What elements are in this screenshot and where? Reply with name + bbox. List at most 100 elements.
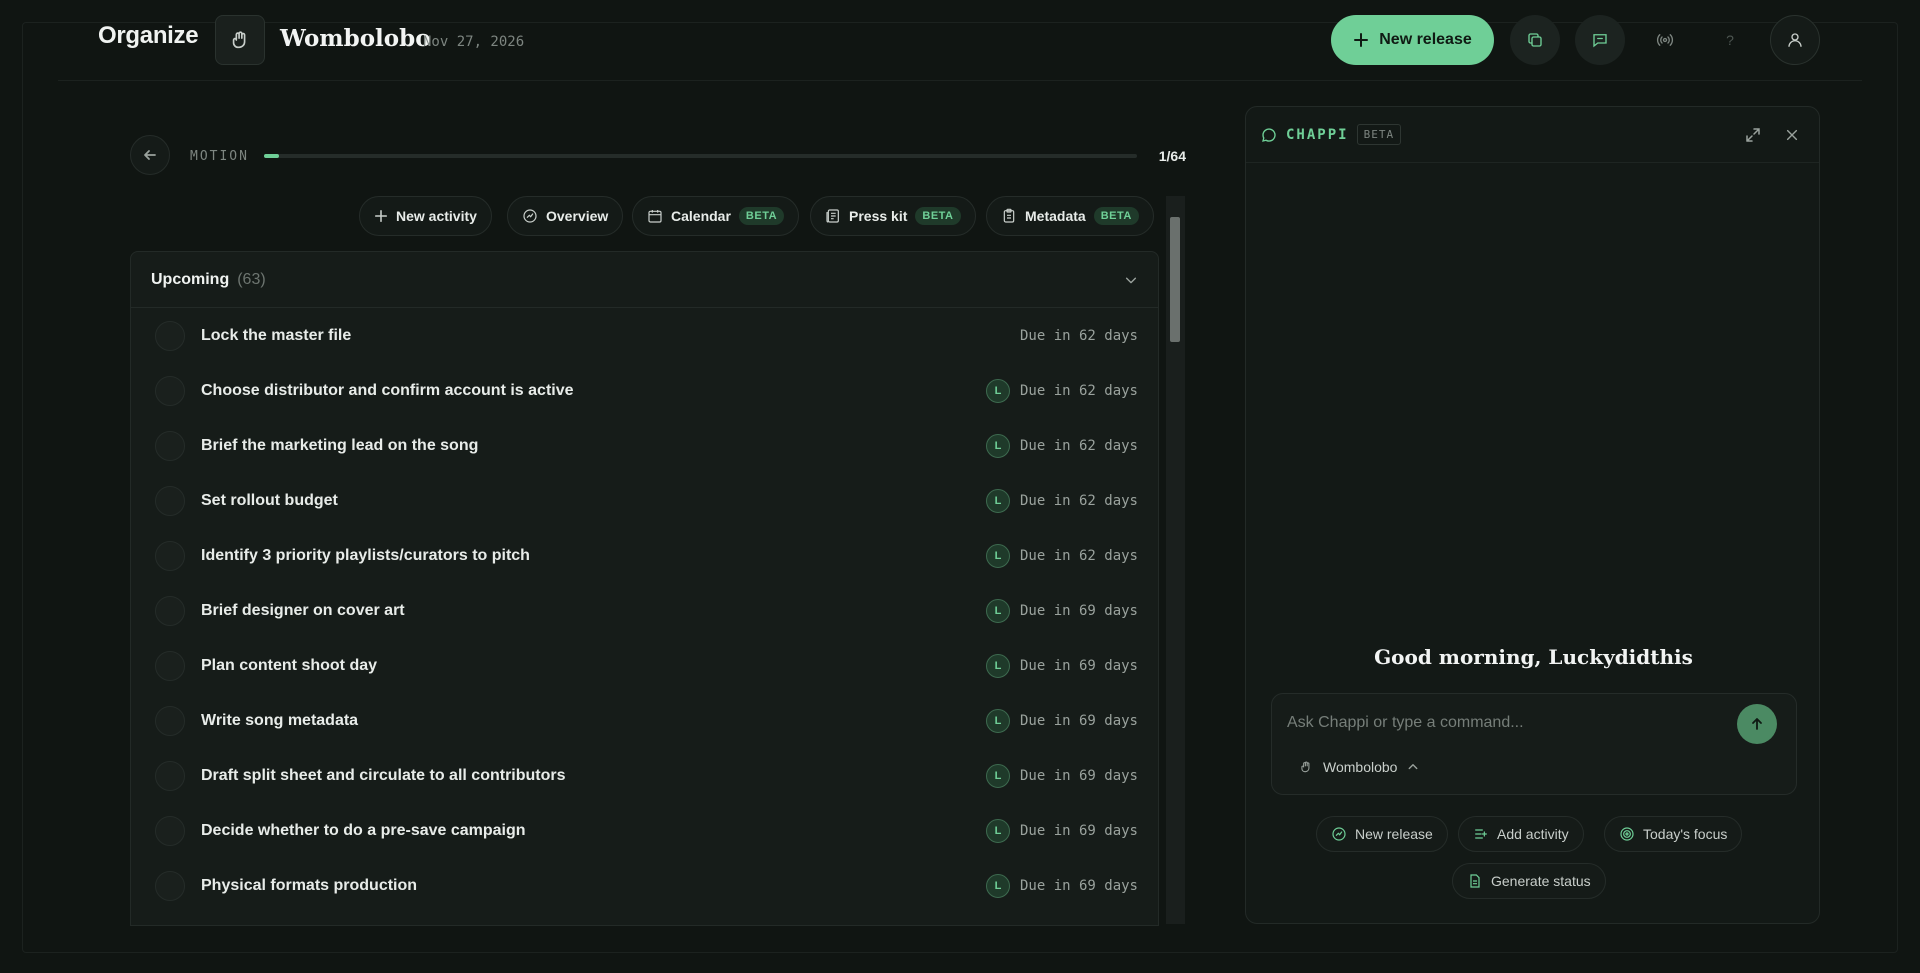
chat-composer: Ask Chappi or type a command... Wombolob…	[1271, 693, 1797, 795]
copy-button[interactable]	[1510, 15, 1560, 65]
newspaper-icon	[826, 209, 839, 223]
task-title: Plan content shoot day	[201, 656, 378, 674]
assignee-avatar: L	[985, 763, 1010, 788]
expand-icon[interactable]	[1745, 127, 1761, 143]
overview-icon	[523, 209, 537, 223]
task-title: Brief designer on cover art	[201, 601, 405, 619]
task-due: Due in 62 days	[1019, 547, 1138, 564]
send-button[interactable]	[1737, 704, 1777, 744]
help-button[interactable]: ?	[1705, 15, 1755, 65]
progress-count: 1/64	[1158, 148, 1186, 164]
hand-icon	[232, 31, 246, 49]
quick-action-label: New release	[1355, 826, 1433, 842]
chat-input[interactable]: Ask Chappi or type a command...	[1287, 714, 1727, 732]
task-title: Physical formats production	[201, 876, 418, 894]
task-checkbox[interactable]	[155, 320, 185, 351]
task-due: Due in 62 days	[1019, 492, 1138, 509]
list-item[interactable]: Write song metadata L Due in 69 days	[131, 693, 1158, 748]
list-item[interactable]: Brief the marketing lead on the song L Due…	[131, 418, 1158, 473]
chat-title: CHAPPI	[1286, 126, 1349, 143]
project-avatar[interactable]	[215, 15, 265, 65]
list-item[interactable]: Draft split sheet and circulate to all c…	[131, 748, 1158, 803]
tab-label: New activity	[396, 208, 477, 224]
close-icon[interactable]	[1785, 128, 1799, 142]
tab-press-kit[interactable]: Press kit BETA	[810, 196, 976, 236]
back-button[interactable]	[130, 135, 170, 175]
task-checkbox[interactable]	[155, 375, 185, 406]
tab-metadata[interactable]: Metadata BETA	[986, 196, 1154, 236]
tab-new-activity[interactable]: New activity	[359, 196, 492, 236]
assignee-avatar: L	[985, 378, 1010, 403]
list-item[interactable]: Plan content shoot day L Due in 69 days	[131, 638, 1158, 693]
broadcast-icon	[1656, 34, 1674, 46]
task-title: Decide whether to do a pre-save campaign	[201, 821, 526, 839]
chevron-down-icon	[1125, 277, 1137, 283]
list-header[interactable]: Upcoming (63)	[131, 252, 1158, 308]
task-checkbox[interactable]	[155, 595, 185, 626]
assignee-avatar: L	[985, 543, 1010, 568]
arrow-up-icon	[1752, 718, 1762, 730]
assignee-avatar: L	[985, 488, 1010, 513]
upcoming-list: Upcoming (63) Lock the master file Due in…	[130, 251, 1159, 926]
progress-fill	[264, 154, 279, 158]
new-release-label: New release	[1379, 31, 1472, 48]
task-due: Due in 69 days	[1019, 712, 1138, 729]
list-item[interactable]: Brief designer on cover art L Due in 69 da…	[131, 583, 1158, 638]
list-rows: Lock the master file Due in 62 days Choose…	[131, 308, 1158, 913]
quick-action-label: Generate status	[1491, 873, 1591, 889]
tab-overview[interactable]: Overview	[507, 196, 624, 236]
project-date: Nov 27, 2026	[423, 34, 525, 50]
broadcast-button[interactable]	[1640, 15, 1690, 65]
chat-panel: CHAPPI BETA Good morning, Luckydidthis A…	[1245, 106, 1820, 924]
task-checkbox[interactable]	[155, 540, 185, 571]
list-item[interactable]: Physical formats production L Due in 69 da…	[131, 858, 1158, 913]
quick-new-release[interactable]: New release	[1316, 816, 1448, 852]
chat-beta-badge: BETA	[1356, 124, 1402, 145]
task-checkbox[interactable]	[155, 870, 185, 901]
task-checkbox[interactable]	[155, 705, 185, 736]
quick-todays-focus[interactable]: Today's focus	[1604, 816, 1743, 852]
task-due: Due in 69 days	[1019, 877, 1138, 894]
list-item[interactable]: Choose distributor and confirm account i…	[131, 363, 1158, 418]
new-release-button[interactable]: New release	[1331, 15, 1494, 65]
chat-header: CHAPPI BETA	[1246, 107, 1819, 163]
user-menu-button[interactable]	[1770, 15, 1820, 65]
project-name: Wombolobo	[280, 25, 431, 52]
task-checkbox[interactable]	[155, 760, 185, 791]
task-title: Lock the master file	[201, 326, 352, 344]
task-checkbox[interactable]	[155, 430, 185, 461]
plus-icon	[1354, 33, 1369, 47]
beta-badge: BETA	[915, 207, 961, 225]
list-item[interactable]: Decide whether to do a pre-save campaign…	[131, 803, 1158, 858]
context-selector[interactable]: Wombolobo	[1299, 753, 1419, 781]
tab-label: Calendar	[671, 208, 731, 224]
list-item[interactable]: Lock the master file Due in 62 days	[131, 308, 1158, 363]
quick-generate-status[interactable]: Generate status	[1452, 863, 1606, 899]
assignee-avatar: L	[985, 598, 1010, 623]
list-count: (63)	[237, 270, 266, 288]
task-title: Choose distributor and confirm account i…	[201, 381, 574, 399]
assignee-avatar: L	[985, 433, 1010, 458]
chat-bubble-icon	[1262, 127, 1276, 142]
top-bar: Organize Wombolobo Nov 27, 2026 New rele…	[58, 0, 1862, 81]
list-title: Upcoming	[151, 270, 230, 288]
task-title: Brief the marketing lead on the song	[201, 436, 479, 454]
clipboard-icon	[1003, 208, 1015, 223]
quick-add-activity[interactable]: Add activity	[1458, 816, 1584, 852]
list-item[interactable]: Identify 3 priority playlists/curators t…	[131, 528, 1158, 583]
copy-icon	[1528, 33, 1542, 47]
task-checkbox[interactable]	[155, 815, 185, 846]
task-due: Due in 62 days	[1019, 437, 1138, 454]
list-item[interactable]: Set rollout budget L Due in 62 days	[131, 473, 1158, 528]
assignee-avatar: L	[985, 818, 1010, 843]
task-checkbox[interactable]	[155, 650, 185, 681]
plus-icon	[374, 209, 388, 223]
task-checkbox[interactable]	[155, 485, 185, 516]
scrollbar-thumb[interactable]	[1170, 217, 1180, 342]
calendar-icon	[648, 210, 662, 223]
app-logo[interactable]: Organize	[98, 22, 199, 50]
tab-calendar[interactable]: Calendar BETA	[632, 196, 800, 236]
document-icon	[1470, 874, 1480, 888]
chat-toggle-button[interactable]	[1575, 15, 1625, 65]
tab-label: Overview	[546, 208, 609, 224]
